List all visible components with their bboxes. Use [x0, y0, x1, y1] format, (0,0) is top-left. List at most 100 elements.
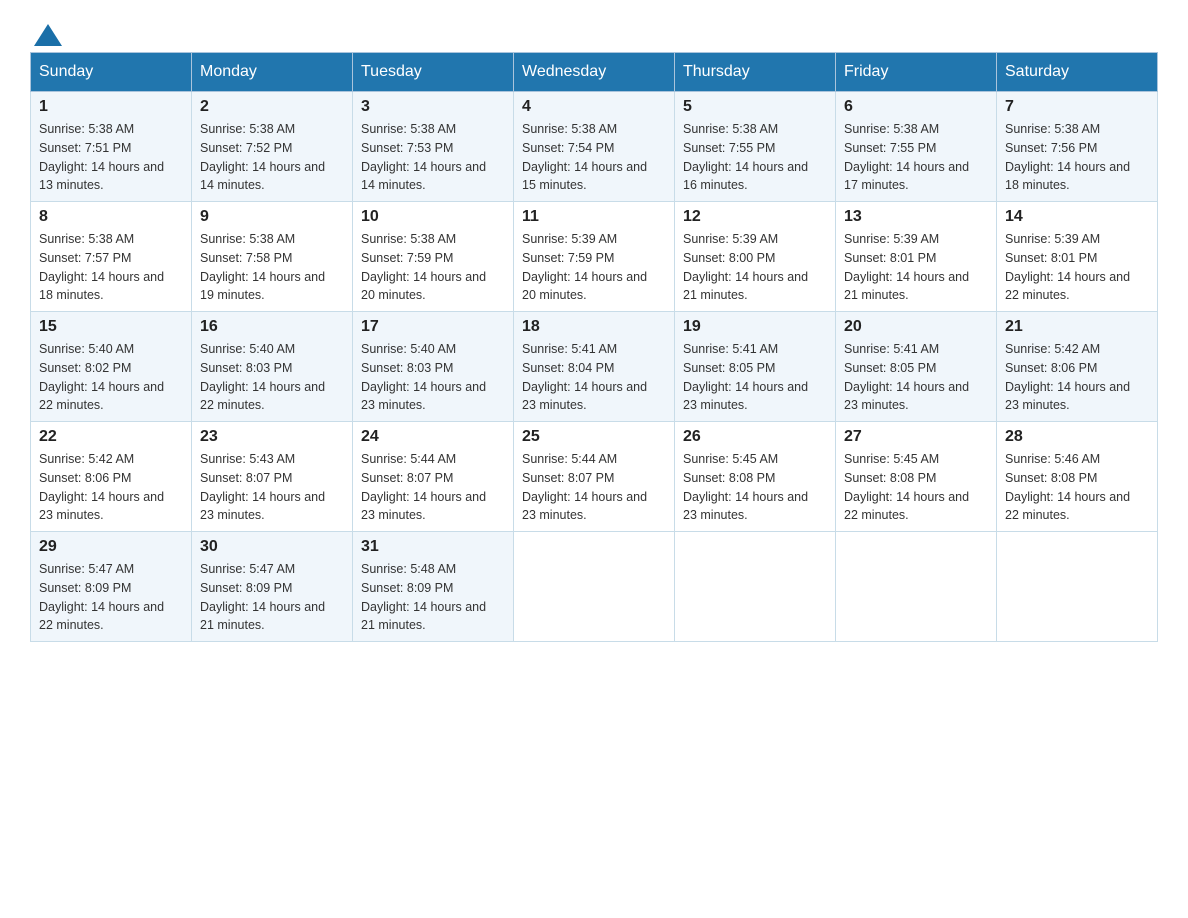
day-number: 6 [844, 98, 988, 116]
calendar-cell: 21 Sunrise: 5:42 AMSunset: 8:06 PMDaylig… [997, 312, 1158, 422]
calendar-cell: 10 Sunrise: 5:38 AMSunset: 7:59 PMDaylig… [353, 202, 514, 312]
day-number: 1 [39, 98, 183, 116]
calendar-cell: 20 Sunrise: 5:41 AMSunset: 8:05 PMDaylig… [836, 312, 997, 422]
day-number: 18 [522, 318, 666, 336]
day-info: Sunrise: 5:38 AMSunset: 7:54 PMDaylight:… [522, 120, 666, 195]
day-info: Sunrise: 5:47 AMSunset: 8:09 PMDaylight:… [39, 560, 183, 635]
day-number: 4 [522, 98, 666, 116]
day-number: 20 [844, 318, 988, 336]
calendar-cell: 9 Sunrise: 5:38 AMSunset: 7:58 PMDayligh… [192, 202, 353, 312]
weekday-header-friday: Friday [836, 53, 997, 92]
day-info: Sunrise: 5:40 AMSunset: 8:03 PMDaylight:… [200, 340, 344, 415]
calendar-cell [675, 532, 836, 642]
calendar-cell: 1 Sunrise: 5:38 AMSunset: 7:51 PMDayligh… [31, 92, 192, 202]
day-number: 3 [361, 98, 505, 116]
day-number: 13 [844, 208, 988, 226]
day-info: Sunrise: 5:38 AMSunset: 7:51 PMDaylight:… [39, 120, 183, 195]
calendar-week-row: 8 Sunrise: 5:38 AMSunset: 7:57 PMDayligh… [31, 202, 1158, 312]
calendar-cell: 31 Sunrise: 5:48 AMSunset: 8:09 PMDaylig… [353, 532, 514, 642]
day-number: 17 [361, 318, 505, 336]
day-info: Sunrise: 5:44 AMSunset: 8:07 PMDaylight:… [522, 450, 666, 525]
page-header [30, 20, 1158, 42]
calendar-table: SundayMondayTuesdayWednesdayThursdayFrid… [30, 52, 1158, 642]
day-number: 29 [39, 538, 183, 556]
day-info: Sunrise: 5:44 AMSunset: 8:07 PMDaylight:… [361, 450, 505, 525]
day-number: 14 [1005, 208, 1149, 226]
day-info: Sunrise: 5:47 AMSunset: 8:09 PMDaylight:… [200, 560, 344, 635]
day-number: 23 [200, 428, 344, 446]
day-info: Sunrise: 5:41 AMSunset: 8:04 PMDaylight:… [522, 340, 666, 415]
day-info: Sunrise: 5:39 AMSunset: 7:59 PMDaylight:… [522, 230, 666, 305]
logo [30, 20, 62, 42]
weekday-header-monday: Monday [192, 53, 353, 92]
day-number: 24 [361, 428, 505, 446]
calendar-header: SundayMondayTuesdayWednesdayThursdayFrid… [31, 53, 1158, 92]
calendar-cell: 23 Sunrise: 5:43 AMSunset: 8:07 PMDaylig… [192, 422, 353, 532]
logo-triangle-icon [34, 24, 62, 46]
calendar-cell: 30 Sunrise: 5:47 AMSunset: 8:09 PMDaylig… [192, 532, 353, 642]
calendar-cell [514, 532, 675, 642]
day-info: Sunrise: 5:38 AMSunset: 7:53 PMDaylight:… [361, 120, 505, 195]
calendar-cell: 19 Sunrise: 5:41 AMSunset: 8:05 PMDaylig… [675, 312, 836, 422]
calendar-cell: 12 Sunrise: 5:39 AMSunset: 8:00 PMDaylig… [675, 202, 836, 312]
weekday-header-saturday: Saturday [997, 53, 1158, 92]
day-number: 22 [39, 428, 183, 446]
day-info: Sunrise: 5:41 AMSunset: 8:05 PMDaylight:… [844, 340, 988, 415]
calendar-cell [836, 532, 997, 642]
calendar-cell: 16 Sunrise: 5:40 AMSunset: 8:03 PMDaylig… [192, 312, 353, 422]
day-number: 19 [683, 318, 827, 336]
day-info: Sunrise: 5:45 AMSunset: 8:08 PMDaylight:… [844, 450, 988, 525]
calendar-cell: 27 Sunrise: 5:45 AMSunset: 8:08 PMDaylig… [836, 422, 997, 532]
weekday-header-sunday: Sunday [31, 53, 192, 92]
day-info: Sunrise: 5:48 AMSunset: 8:09 PMDaylight:… [361, 560, 505, 635]
day-info: Sunrise: 5:38 AMSunset: 7:55 PMDaylight:… [683, 120, 827, 195]
calendar-week-row: 22 Sunrise: 5:42 AMSunset: 8:06 PMDaylig… [31, 422, 1158, 532]
calendar-cell: 22 Sunrise: 5:42 AMSunset: 8:06 PMDaylig… [31, 422, 192, 532]
calendar-cell: 29 Sunrise: 5:47 AMSunset: 8:09 PMDaylig… [31, 532, 192, 642]
day-info: Sunrise: 5:38 AMSunset: 7:56 PMDaylight:… [1005, 120, 1149, 195]
calendar-cell [997, 532, 1158, 642]
day-number: 12 [683, 208, 827, 226]
day-info: Sunrise: 5:38 AMSunset: 7:58 PMDaylight:… [200, 230, 344, 305]
weekday-header-row: SundayMondayTuesdayWednesdayThursdayFrid… [31, 53, 1158, 92]
calendar-week-row: 29 Sunrise: 5:47 AMSunset: 8:09 PMDaylig… [31, 532, 1158, 642]
day-info: Sunrise: 5:38 AMSunset: 7:59 PMDaylight:… [361, 230, 505, 305]
day-number: 9 [200, 208, 344, 226]
day-number: 21 [1005, 318, 1149, 336]
day-number: 28 [1005, 428, 1149, 446]
calendar-body: 1 Sunrise: 5:38 AMSunset: 7:51 PMDayligh… [31, 92, 1158, 642]
day-number: 8 [39, 208, 183, 226]
day-number: 30 [200, 538, 344, 556]
day-info: Sunrise: 5:40 AMSunset: 8:02 PMDaylight:… [39, 340, 183, 415]
calendar-cell: 13 Sunrise: 5:39 AMSunset: 8:01 PMDaylig… [836, 202, 997, 312]
day-info: Sunrise: 5:43 AMSunset: 8:07 PMDaylight:… [200, 450, 344, 525]
calendar-cell: 28 Sunrise: 5:46 AMSunset: 8:08 PMDaylig… [997, 422, 1158, 532]
day-info: Sunrise: 5:38 AMSunset: 7:57 PMDaylight:… [39, 230, 183, 305]
day-info: Sunrise: 5:39 AMSunset: 8:01 PMDaylight:… [1005, 230, 1149, 305]
day-number: 16 [200, 318, 344, 336]
calendar-cell: 3 Sunrise: 5:38 AMSunset: 7:53 PMDayligh… [353, 92, 514, 202]
calendar-cell: 15 Sunrise: 5:40 AMSunset: 8:02 PMDaylig… [31, 312, 192, 422]
weekday-header-tuesday: Tuesday [353, 53, 514, 92]
weekday-header-wednesday: Wednesday [514, 53, 675, 92]
calendar-cell: 14 Sunrise: 5:39 AMSunset: 8:01 PMDaylig… [997, 202, 1158, 312]
day-number: 2 [200, 98, 344, 116]
calendar-cell: 11 Sunrise: 5:39 AMSunset: 7:59 PMDaylig… [514, 202, 675, 312]
day-info: Sunrise: 5:38 AMSunset: 7:55 PMDaylight:… [844, 120, 988, 195]
calendar-cell: 18 Sunrise: 5:41 AMSunset: 8:04 PMDaylig… [514, 312, 675, 422]
day-info: Sunrise: 5:38 AMSunset: 7:52 PMDaylight:… [200, 120, 344, 195]
calendar-cell: 24 Sunrise: 5:44 AMSunset: 8:07 PMDaylig… [353, 422, 514, 532]
calendar-cell: 8 Sunrise: 5:38 AMSunset: 7:57 PMDayligh… [31, 202, 192, 312]
day-number: 25 [522, 428, 666, 446]
day-number: 7 [1005, 98, 1149, 116]
day-info: Sunrise: 5:39 AMSunset: 8:01 PMDaylight:… [844, 230, 988, 305]
calendar-cell: 6 Sunrise: 5:38 AMSunset: 7:55 PMDayligh… [836, 92, 997, 202]
weekday-header-thursday: Thursday [675, 53, 836, 92]
day-number: 27 [844, 428, 988, 446]
day-info: Sunrise: 5:39 AMSunset: 8:00 PMDaylight:… [683, 230, 827, 305]
day-number: 26 [683, 428, 827, 446]
calendar-cell: 2 Sunrise: 5:38 AMSunset: 7:52 PMDayligh… [192, 92, 353, 202]
calendar-cell: 26 Sunrise: 5:45 AMSunset: 8:08 PMDaylig… [675, 422, 836, 532]
day-info: Sunrise: 5:46 AMSunset: 8:08 PMDaylight:… [1005, 450, 1149, 525]
day-info: Sunrise: 5:41 AMSunset: 8:05 PMDaylight:… [683, 340, 827, 415]
